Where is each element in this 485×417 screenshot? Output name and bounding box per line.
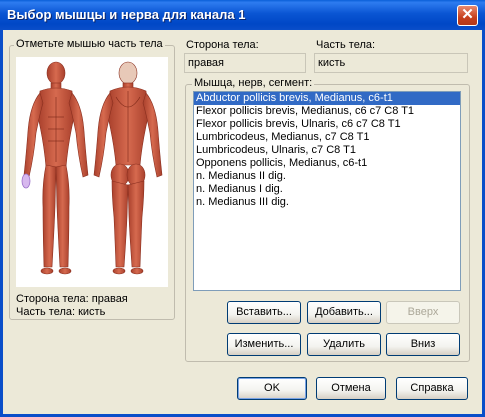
move-down-button[interactable]: Вниз	[386, 333, 460, 356]
list-item[interactable]: n. Medianus I dig.	[194, 183, 460, 196]
list-item[interactable]: Abductor pollicis brevis, Medianus, c6-t…	[194, 92, 460, 105]
anatomy-figure-image[interactable]	[16, 57, 168, 287]
muscle-nerve-list[interactable]: Abductor pollicis brevis, Medianus, c6-t…	[193, 91, 461, 291]
cancel-button[interactable]: Отмена	[316, 377, 386, 400]
delete-button[interactable]: Удалить	[307, 333, 381, 356]
back-body-figure	[93, 61, 163, 275]
title-bar[interactable]: Выбор мышцы и нерва для канала 1 ✕	[0, 0, 485, 30]
close-icon: ✕	[461, 6, 474, 23]
move-up-button[interactable]: Вверх	[386, 301, 460, 324]
part-field: кисть	[314, 53, 468, 73]
list-item[interactable]: Flexor pollicis brevis, Ulnaris, c6 c7 C…	[194, 118, 460, 131]
body-part-status: Часть тела: кисть	[16, 306, 106, 318]
muscle-nerve-group-legend: Мышца, нерв, сегмент:	[192, 77, 315, 89]
insert-button[interactable]: Вставить...	[227, 301, 301, 324]
add-button[interactable]: Добавить...	[307, 301, 381, 324]
side-field: правая	[184, 53, 306, 73]
list-item[interactable]: Opponens pollicis, Medianus, c6-t1	[194, 157, 460, 170]
dialog-window: Выбор мышцы и нерва для канала 1 ✕ Отмет…	[0, 0, 485, 417]
edit-button[interactable]: Изменить...	[227, 333, 301, 356]
body-side-status: Сторона тела: правая	[16, 293, 128, 305]
part-field-label: Часть тела:	[316, 39, 376, 51]
ok-button[interactable]: OK	[237, 377, 307, 400]
help-button[interactable]: Справка	[396, 377, 468, 400]
list-item[interactable]: n. Medianus III dig.	[194, 196, 460, 209]
body-part-group-legend: Отметьте мышью часть тела	[14, 38, 165, 50]
list-item[interactable]: n. Medianus II dig.	[194, 170, 460, 183]
window-title: Выбор мышцы и нерва для канала 1	[7, 7, 246, 22]
front-body-figure	[23, 61, 89, 275]
close-button[interactable]: ✕	[457, 5, 478, 26]
side-field-label: Сторона тела:	[186, 39, 259, 51]
body-figure[interactable]	[16, 57, 168, 287]
list-item[interactable]: Lumbricodeus, Medianus, c7 C8 T1	[194, 131, 460, 144]
list-item[interactable]: Flexor pollicis brevis, Medianus, c6 c7 …	[194, 105, 460, 118]
list-item[interactable]: Lumbricodeus, Ulnaris, c7 C8 T1	[194, 144, 460, 157]
window-frame-left	[0, 30, 3, 417]
selected-hand-highlight	[21, 173, 31, 189]
